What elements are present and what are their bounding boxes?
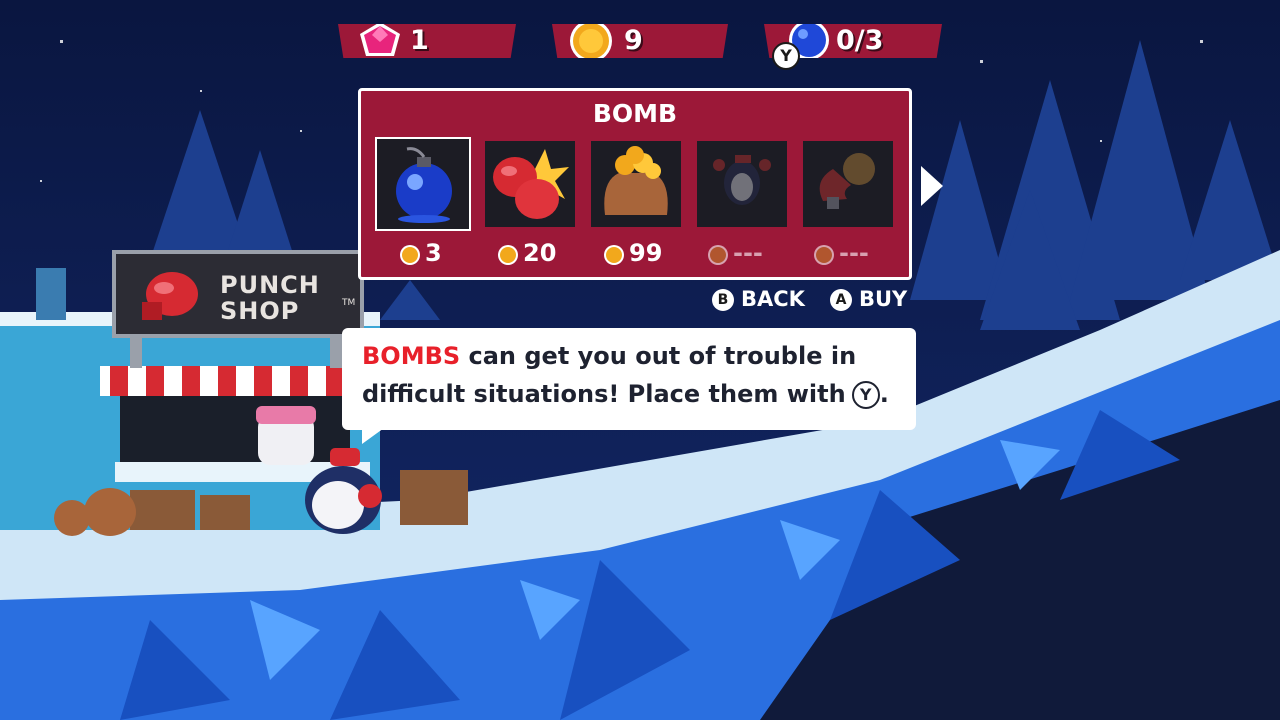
price-boxing-gloves: 20 [523, 239, 557, 267]
shop-window [120, 395, 350, 465]
shopkeeper [256, 406, 316, 465]
hud-gems-panel: 1 [338, 24, 516, 58]
gem-count: 1 [410, 25, 429, 56]
coin-icon [570, 24, 612, 58]
coin-bag-icon [604, 146, 668, 215]
price-coin-icon [814, 245, 834, 265]
dialogue-line-2: difficult situations! Place them with Y. [362, 380, 889, 409]
bomb-icon [396, 147, 452, 223]
dialogue-box: BOMBS can get you out of trouble in diff… [342, 328, 916, 430]
back-button[interactable]: BACK [741, 286, 805, 312]
punch-shop-sign: PUNCH SHOP TM [112, 250, 364, 338]
dialogue-line-2-text: difficult situations! Place them with [362, 380, 846, 408]
buy-button[interactable]: BUY [859, 286, 907, 312]
price-coin-icon [400, 245, 420, 265]
shop-slot-magnet[interactable] [803, 141, 893, 227]
sign-title: PUNCH SHOP [220, 271, 320, 325]
magnet-icon [819, 153, 875, 209]
gem-icon [360, 24, 400, 56]
bomb-count: 0/3 [836, 25, 884, 56]
b-button-icon: B [712, 289, 734, 311]
boxing-glove-icon [142, 272, 198, 320]
price-bomb: 3 [425, 239, 442, 267]
price-coin-bag: 99 [629, 239, 663, 267]
awning [100, 366, 370, 396]
shop-slot-jetpack-penguin[interactable] [697, 141, 787, 227]
shop-slot-bomb[interactable] [375, 137, 471, 231]
shop-slot-boxing-gloves[interactable] [485, 141, 575, 227]
price-magnet: --- [839, 239, 869, 267]
dialogue-line-1: BOMBS can get you out of trouble in [362, 342, 856, 370]
coin-count: 9 [624, 25, 643, 56]
price-coin-icon [708, 245, 728, 265]
price-coin-icon [498, 245, 518, 265]
dialogue-line-1-text: can get you out of trouble in [460, 342, 857, 370]
price-jetpack-penguin: --- [733, 239, 763, 267]
dialogue-highlight: BOMBS [362, 342, 461, 370]
chimney [36, 268, 66, 320]
hud-coins-panel: 9 [552, 24, 728, 58]
y-button-badge: Y [772, 42, 800, 70]
a-button-icon: A [830, 289, 852, 311]
y-button-icon: Y [851, 381, 880, 409]
jetpack-penguin-icon [713, 155, 771, 205]
shop-item-title: BOMB [592, 99, 678, 128]
shop-panel: BOMB 3 20 99 --- --- [358, 88, 912, 280]
shop-slot-coin-bag[interactable] [591, 141, 681, 227]
price-coin-icon [604, 245, 624, 265]
trademark-mark: TM [342, 298, 356, 308]
dialogue-end: . [879, 380, 889, 408]
boxing-gloves-icon [493, 149, 569, 219]
